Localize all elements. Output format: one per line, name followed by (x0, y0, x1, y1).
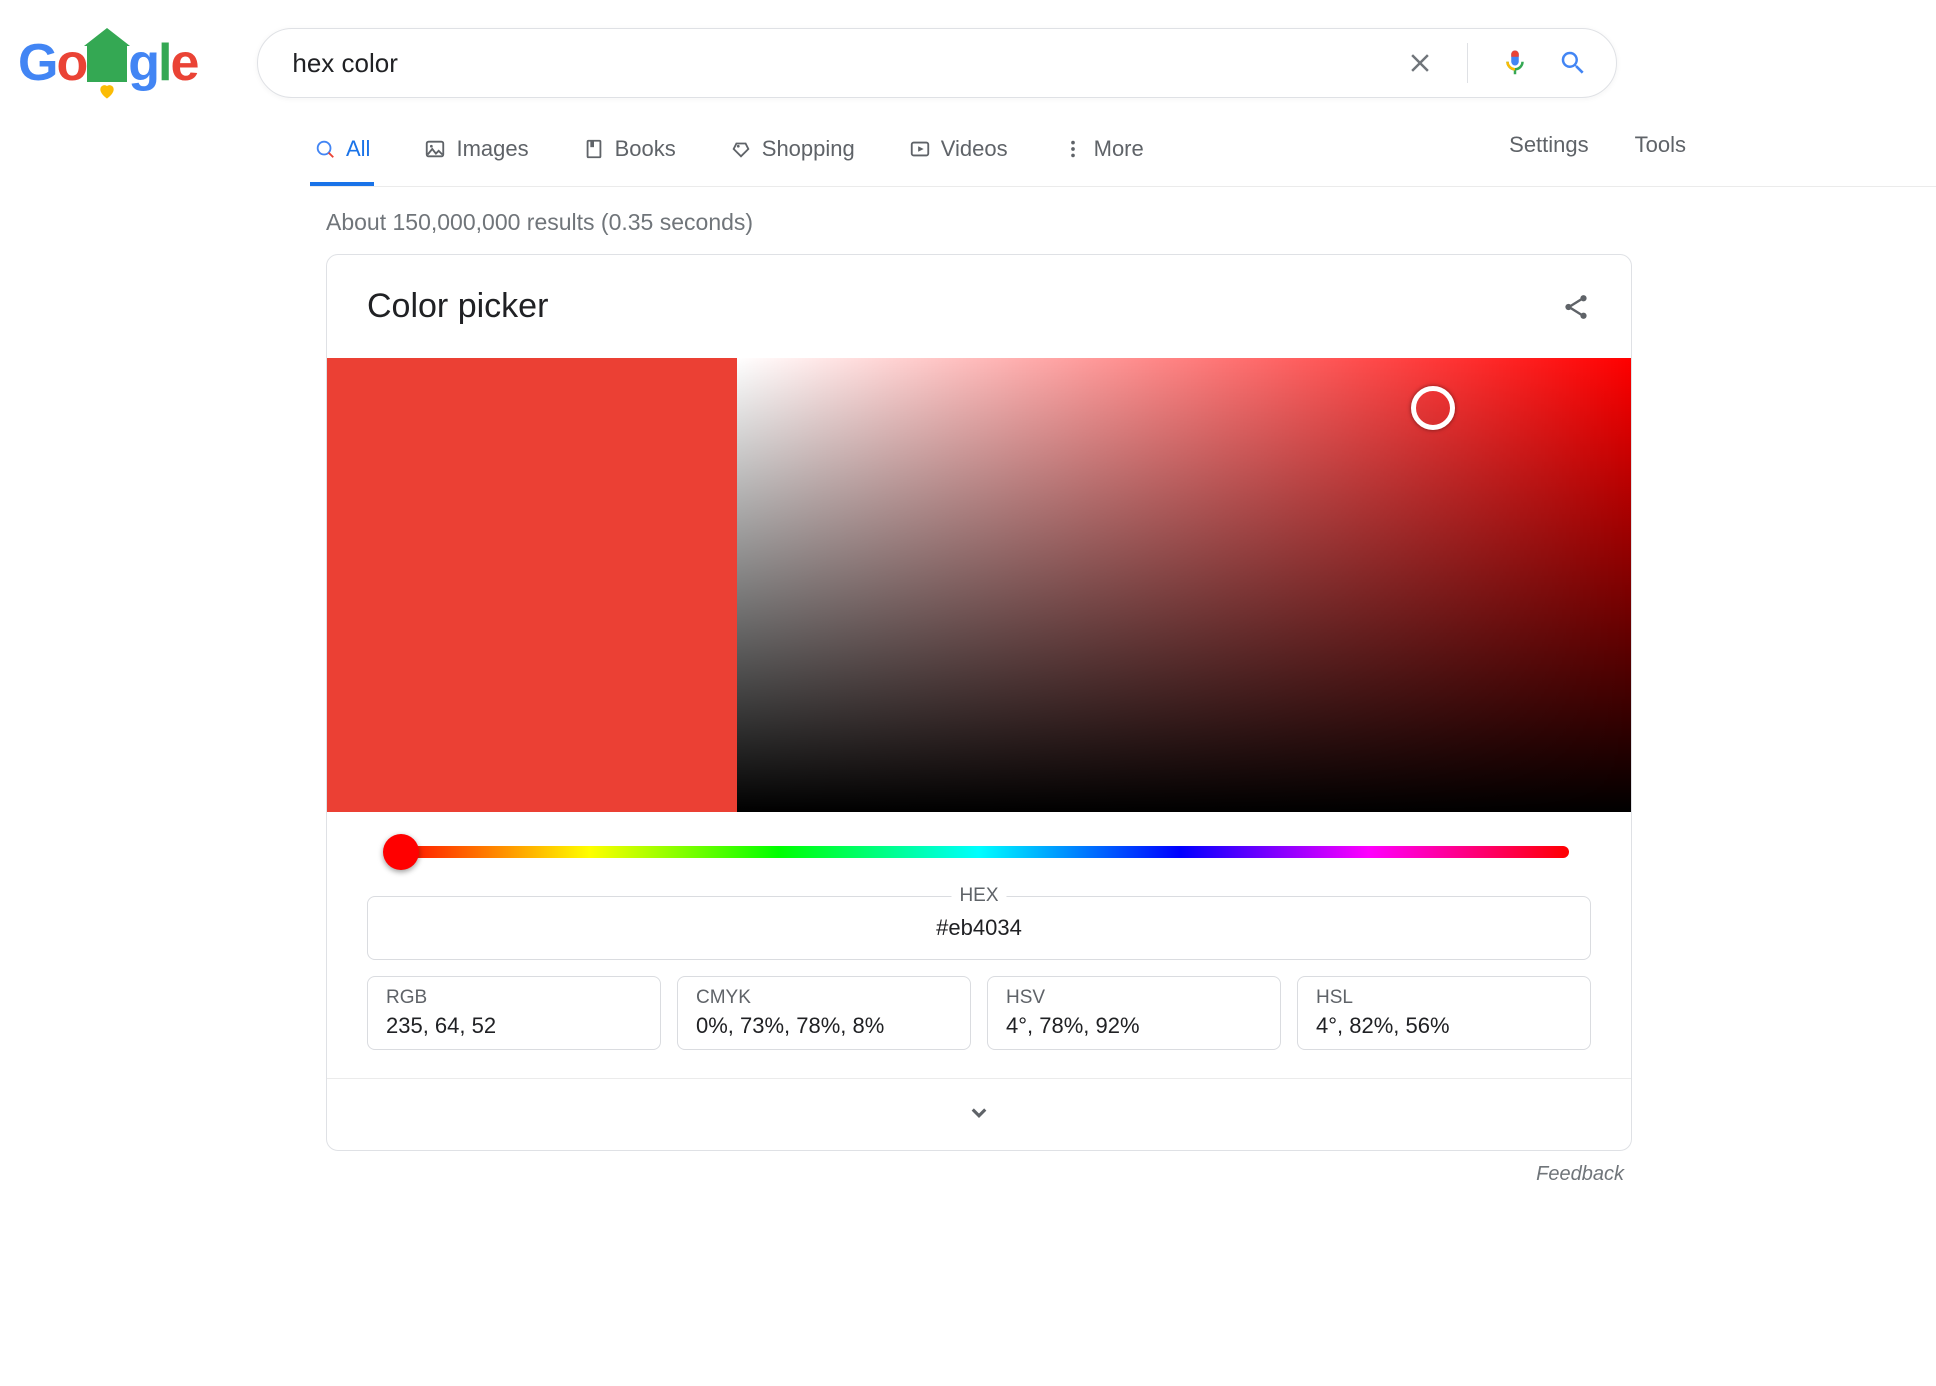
voice-search-icon[interactable] (1500, 48, 1530, 78)
saturation-value-panel[interactable] (737, 358, 1631, 812)
chevron-down-icon (964, 1114, 994, 1131)
format-rgb-value: 235, 64, 52 (386, 1013, 642, 1039)
share-icon[interactable] (1561, 292, 1591, 322)
format-cmyk[interactable]: CMYK 0%, 73%, 78%, 8% (677, 976, 971, 1050)
format-hsv[interactable]: HSV 4°, 78%, 92% (987, 976, 1281, 1050)
card-title: Color picker (367, 287, 548, 326)
feedback-link[interactable]: Feedback (326, 1151, 1632, 1226)
clear-icon[interactable] (1405, 48, 1435, 78)
tab-videos-label: Videos (941, 136, 1008, 162)
hex-label: HEX (951, 885, 1006, 907)
tab-images-label: Images (456, 136, 528, 162)
format-cmyk-label: CMYK (696, 987, 952, 1013)
format-hsl-label: HSL (1316, 987, 1572, 1013)
google-logo[interactable]: Go gle (18, 33, 197, 93)
format-rgb[interactable]: RGB 235, 64, 52 (367, 976, 661, 1050)
result-stats: About 150,000,000 results (0.35 seconds) (326, 187, 1936, 254)
tab-books[interactable]: Books (579, 124, 680, 186)
hue-slider[interactable] (389, 846, 1569, 858)
color-swatch (327, 358, 737, 812)
tab-more-label: More (1094, 136, 1144, 162)
tab-all-label: All (346, 136, 370, 162)
expand-button[interactable] (327, 1078, 1631, 1150)
format-rgb-label: RGB (386, 987, 642, 1013)
google-doodle-icon (84, 36, 130, 82)
search-icon[interactable] (1558, 48, 1588, 78)
tab-books-label: Books (615, 136, 676, 162)
tab-shopping[interactable]: Shopping (726, 124, 859, 186)
format-hsl[interactable]: HSL 4°, 82%, 56% (1297, 976, 1591, 1050)
search-input[interactable] (290, 47, 1405, 80)
tab-images[interactable]: Images (420, 124, 532, 186)
tab-shopping-label: Shopping (762, 136, 855, 162)
tab-videos[interactable]: Videos (905, 124, 1012, 186)
tab-more[interactable]: More (1058, 124, 1148, 186)
color-picker-card: Color picker HEX #eb4034 RGB 235, 64, 52 (326, 254, 1632, 1151)
format-hsv-label: HSV (1006, 987, 1262, 1013)
search-bar[interactable] (257, 28, 1617, 98)
format-hsl-value: 4°, 82%, 56% (1316, 1013, 1572, 1039)
format-hsv-value: 4°, 78%, 92% (1006, 1013, 1262, 1039)
settings-link[interactable]: Settings (1509, 132, 1589, 158)
tools-link[interactable]: Tools (1635, 132, 1686, 158)
search-divider (1467, 43, 1468, 83)
hue-thumb[interactable] (383, 834, 419, 870)
format-cmyk-value: 0%, 73%, 78%, 8% (696, 1013, 952, 1039)
tab-all[interactable]: All (310, 124, 374, 186)
sv-cursor[interactable] (1411, 386, 1455, 430)
